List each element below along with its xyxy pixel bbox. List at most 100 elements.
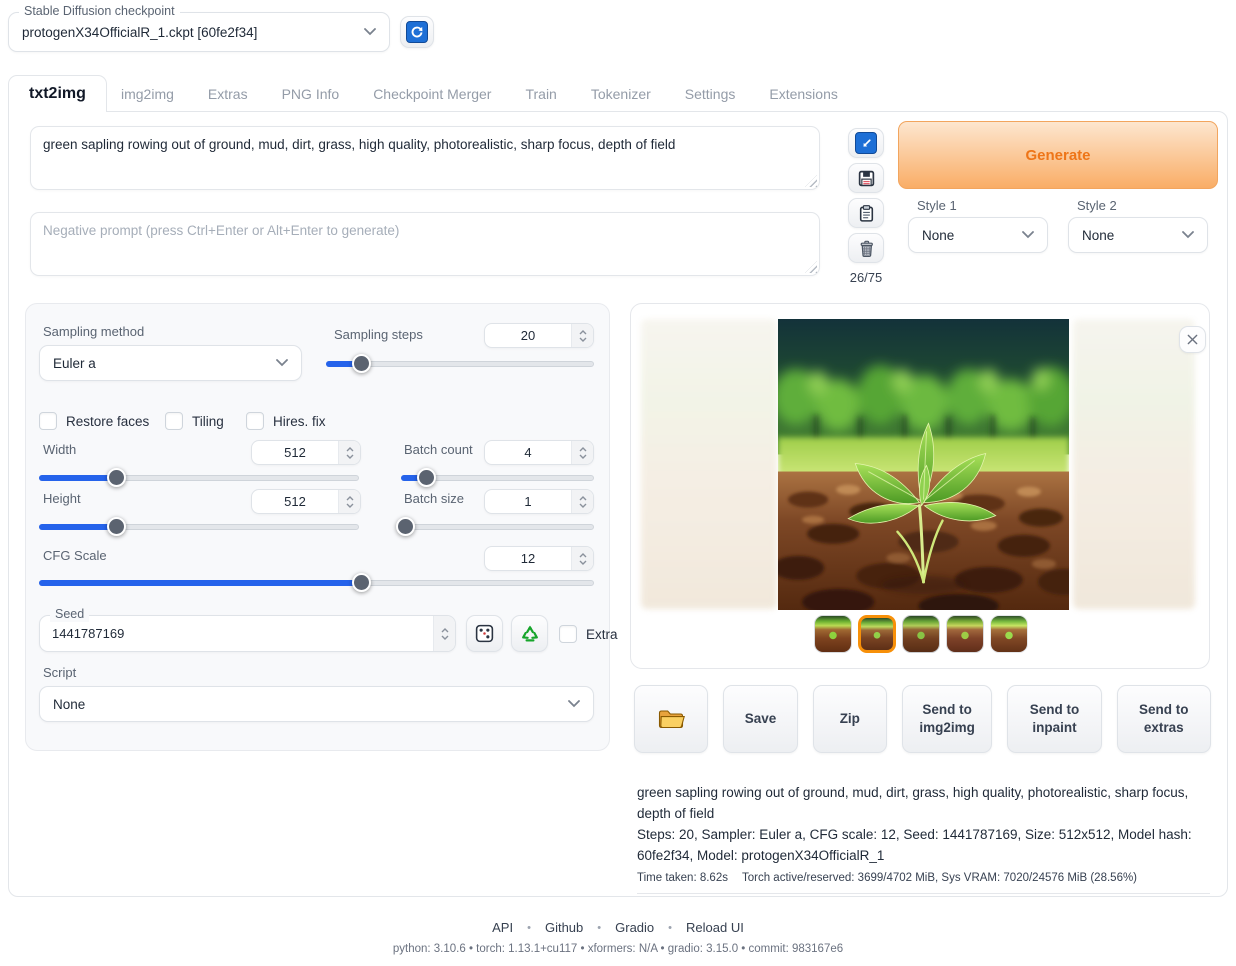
gallery-thumbnail-4[interactable]	[946, 615, 984, 653]
stepper-arrows-icon[interactable]	[571, 441, 593, 464]
tab-tokenizer[interactable]: Tokenizer	[574, 77, 668, 111]
checkpoint-group: protogenX34OfficialR_1.ckpt [60fe2f34] S…	[8, 12, 390, 52]
gallery-faded-image-left	[641, 319, 777, 609]
hires-fix-checkbox[interactable]: Hires. fix	[246, 412, 326, 430]
checkbox-icon[interactable]	[246, 412, 264, 430]
batch-size-input[interactable]	[484, 489, 594, 514]
style2-select[interactable]: None	[1068, 217, 1208, 253]
sampling-steps-value[interactable]	[485, 324, 571, 347]
style1-select[interactable]: None	[908, 217, 1048, 253]
zip-button[interactable]: Zip	[813, 685, 887, 753]
width-label: Width	[43, 442, 76, 457]
cfg-scale-input[interactable]	[484, 546, 594, 571]
footer-link-reload-ui[interactable]: Reload UI	[686, 920, 744, 935]
cfg-scale-value[interactable]	[485, 547, 571, 570]
time-taken-text: Time taken: 8.62s	[637, 872, 728, 884]
send-to-extras-button[interactable]: Send to extras	[1117, 685, 1211, 753]
stepper-arrows-icon[interactable]	[338, 490, 360, 513]
generation-info: green sapling rowing out of ground, mud,…	[637, 783, 1210, 894]
apply-style-button[interactable]	[848, 198, 884, 228]
output-perf-row: Time taken: 8.62s Torch active/reserved:…	[637, 872, 1210, 894]
tab-extensions[interactable]: Extensions	[752, 77, 854, 111]
seed-input[interactable]	[39, 615, 456, 652]
batch-count-slider[interactable]	[401, 469, 594, 487]
settings-panel: Sampling method Euler a Sampling steps R…	[25, 303, 610, 751]
stepper-arrows-icon[interactable]	[571, 324, 593, 347]
refresh-checkpoint-button[interactable]	[400, 16, 434, 48]
footer-link-github[interactable]: Github	[545, 920, 583, 935]
chevron-down-icon	[1182, 231, 1194, 239]
tab-png-info[interactable]: PNG Info	[265, 77, 357, 111]
gallery-thumbnail-2-selected[interactable]	[858, 615, 896, 653]
negative-prompt-input[interactable]	[30, 212, 820, 276]
height-value[interactable]	[252, 490, 338, 513]
batch-count-input[interactable]	[484, 440, 594, 465]
width-value[interactable]	[252, 441, 338, 464]
stepper-arrows-icon[interactable]	[571, 490, 593, 513]
extra-seed-checkbox[interactable]: Extra	[559, 625, 618, 643]
reuse-seed-button[interactable]	[511, 615, 548, 652]
checkbox-icon[interactable]	[39, 412, 57, 430]
close-gallery-button[interactable]	[1179, 326, 1206, 353]
separator-dot: •	[597, 922, 601, 934]
paste-params-button[interactable]	[848, 128, 884, 158]
clear-prompt-button[interactable]	[848, 233, 884, 263]
separator-dot: •	[668, 922, 672, 934]
tab-txt2img-active[interactable]: txt2img	[8, 75, 107, 112]
batch-size-label: Batch size	[404, 491, 464, 506]
height-slider[interactable]	[39, 518, 359, 536]
random-seed-button[interactable]	[466, 615, 503, 652]
stepper-arrows-icon[interactable]	[338, 441, 360, 464]
restore-faces-checkbox[interactable]: Restore faces	[39, 412, 149, 430]
generate-label: Generate	[1025, 147, 1090, 164]
sampling-steps-slider[interactable]	[326, 355, 594, 373]
save-style-button[interactable]	[848, 163, 884, 193]
width-slider[interactable]	[39, 469, 359, 487]
generate-button[interactable]: Generate	[898, 121, 1218, 189]
batch-count-value[interactable]	[485, 441, 571, 464]
footer-link-gradio[interactable]: Gradio	[615, 920, 654, 935]
paste-arrow-icon	[855, 132, 877, 154]
style2-label: Style 2	[1077, 198, 1117, 213]
folder-icon	[657, 707, 685, 731]
restore-faces-label: Restore faces	[66, 414, 149, 429]
close-icon	[1186, 333, 1199, 346]
gallery-thumbnail-3[interactable]	[902, 615, 940, 653]
checkbox-icon[interactable]	[559, 625, 577, 643]
recycle-icon	[520, 624, 540, 644]
sampling-method-select[interactable]: Euler a	[39, 345, 302, 381]
open-folder-button[interactable]	[634, 685, 708, 753]
send-to-img2img-button[interactable]: Send to img2img	[902, 685, 992, 753]
refresh-icon	[406, 21, 428, 43]
sampling-steps-input[interactable]	[484, 323, 594, 348]
tab-settings[interactable]: Settings	[668, 77, 753, 111]
gallery-thumbnail-5[interactable]	[990, 615, 1028, 653]
script-select[interactable]: None	[39, 686, 594, 722]
chevron-down-icon	[276, 359, 288, 367]
tab-extras[interactable]: Extras	[191, 77, 265, 111]
gallery-thumbnail-1[interactable]	[814, 615, 852, 653]
tab-img2img[interactable]: img2img	[104, 77, 191, 111]
style1-value: None	[922, 228, 954, 243]
stepper-arrows-icon[interactable]	[433, 616, 455, 651]
width-input[interactable]	[251, 440, 361, 465]
tab-train[interactable]: Train	[508, 77, 573, 111]
tiling-checkbox[interactable]: Tiling	[165, 412, 224, 430]
clipboard-icon	[857, 204, 876, 223]
checkbox-icon[interactable]	[165, 412, 183, 430]
stepper-arrows-icon[interactable]	[571, 547, 593, 570]
cfg-scale-slider[interactable]	[39, 574, 594, 592]
send-to-inpaint-button[interactable]: Send to inpaint	[1007, 685, 1101, 753]
generated-image[interactable]	[778, 319, 1069, 610]
seed-value[interactable]	[40, 616, 433, 651]
extra-label: Extra	[586, 627, 618, 642]
prompt-input[interactable]: green sapling rowing out of ground, mud,…	[30, 126, 820, 190]
batch-size-value[interactable]	[485, 490, 571, 513]
tab-checkpoint-merger[interactable]: Checkpoint Merger	[356, 77, 508, 111]
footer-link-api[interactable]: API	[492, 920, 513, 935]
batch-size-slider[interactable]	[401, 518, 594, 536]
height-input[interactable]	[251, 489, 361, 514]
save-button[interactable]: Save	[723, 685, 797, 753]
output-params-text: Steps: 20, Sampler: Euler a, CFG scale: …	[637, 825, 1210, 867]
footer-versions: python: 3.10.6 • torch: 1.13.1+cu117 • x…	[0, 943, 1236, 955]
